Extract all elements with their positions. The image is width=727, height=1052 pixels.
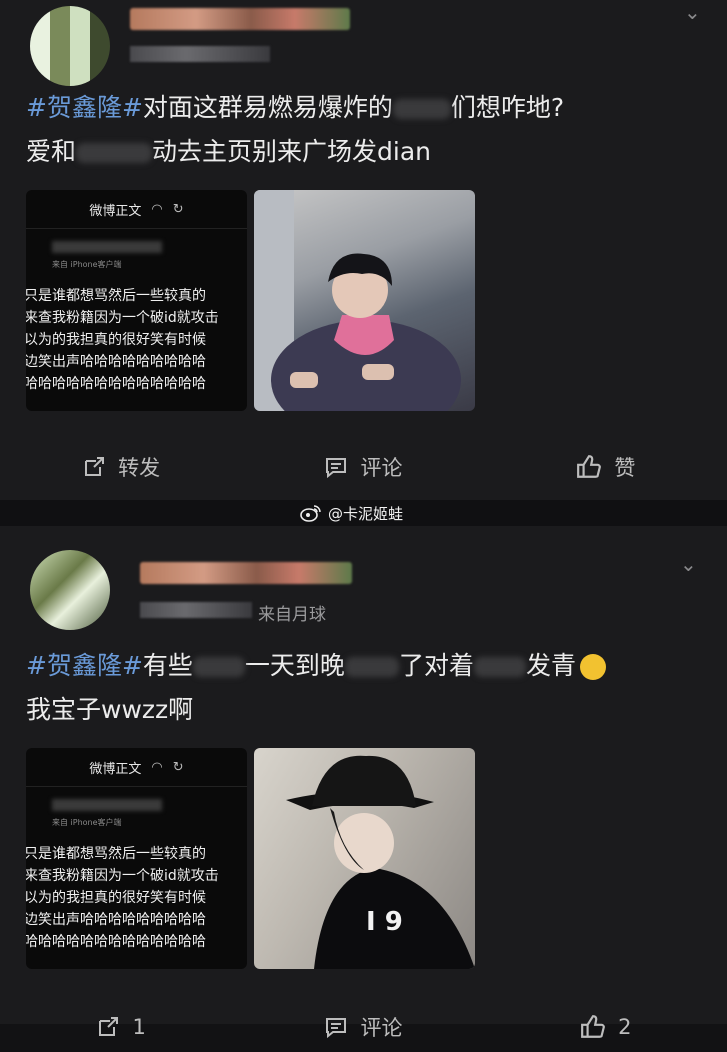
watermark: @卡泥姬蛙	[300, 500, 403, 526]
chevron-down-icon[interactable]: ⌄	[680, 552, 697, 576]
screenshot-source: 来自 iPhone客户端	[52, 260, 122, 269]
screenshot-line: 边笑出声哈哈哈哈哈哈哈哈哈	[26, 912, 206, 928]
screenshot-line: 以为的我担真的很好笑有时候	[26, 332, 206, 348]
action-bar: 转发 评论 赞	[0, 442, 727, 492]
post-text: #贺鑫隆#对面这群易燃易爆炸的 们想咋地? 爱和 动去主页别来广场发dian	[26, 86, 706, 174]
attached-photo[interactable]: I 9	[254, 748, 475, 969]
laugh-cry-emoji-icon	[579, 654, 606, 680]
screenshot-header: 微博正文 ◠ ↻	[26, 190, 247, 229]
screenshot-title: 微博正文	[89, 761, 142, 777]
photo-illustration: I 9	[286, 755, 475, 969]
comment-label: 评论	[360, 456, 403, 480]
screenshot-line: 只是谁都想骂然后一些较真的	[26, 288, 206, 304]
screenshot-line: 来查我粉籍因为一个破id就攻击	[26, 868, 219, 884]
repost-button[interactable]: 1	[0, 1002, 242, 1052]
text-segment: 爱和	[26, 137, 77, 166]
comment-button[interactable]: 评论	[242, 442, 484, 492]
comment-icon	[324, 1015, 348, 1039]
screenshot-line: 只是谁都想骂然后一些较真的	[26, 846, 206, 862]
headphone-icon: ◠	[151, 759, 163, 775]
screenshot-header: 微博正文 ◠ ↻	[26, 748, 247, 787]
text-segment: 动去主页别来广场发	[152, 137, 378, 166]
screenshot-lines: 只是谁都想骂然后一些较真的 来查我粉籍因为一个破id就攻击 以为的我担真的很好笑…	[26, 285, 247, 395]
refresh-icon: ↻	[172, 759, 184, 775]
headphone-icon: ◠	[151, 201, 163, 217]
screenshot-line: 哈哈哈哈哈哈哈哈哈哈哈哈哈	[26, 376, 206, 392]
censored-smudge	[473, 657, 526, 677]
like-button[interactable]: 2	[485, 1002, 727, 1052]
refresh-icon: ↻	[172, 201, 184, 217]
screenshot-author-row: 来自 iPhone客户端	[26, 229, 247, 285]
hashtag-link[interactable]: #贺鑫隆#	[26, 93, 143, 122]
attached-screenshot[interactable]: 微博正文 ◠ ↻ 来自 iPhone客户端 只是谁都想骂然后一些较真的 来查我粉籍因…	[26, 748, 247, 969]
screenshot-lines: 只是谁都想骂然后一些较真的 来查我粉籍因为一个破id就攻击 以为的我担真的很好笑…	[26, 843, 247, 953]
like-count: 2	[618, 1015, 632, 1039]
text-segment: 有些	[142, 651, 193, 680]
photo-illustration	[254, 190, 461, 411]
like-label: 赞	[614, 456, 636, 480]
repost-icon	[82, 455, 106, 479]
text-segment: 一天到晚	[244, 651, 345, 680]
username-blurred[interactable]	[130, 8, 350, 30]
post-card-1: ⌄ #贺鑫隆#对面这群易燃易爆炸的 们想咋地? 爱和 动去主页别来广场发dian 微…	[0, 0, 727, 500]
screenshot-title: 微博正文	[89, 203, 142, 219]
screenshot-line: 以为的我担真的很好笑有时候	[26, 890, 206, 906]
comment-button[interactable]: 评论	[242, 1002, 484, 1052]
post-card-2: 来自月球 ⌄ #贺鑫隆#有些 一天到晚 了对着 发青 我宝子wwzz啊 微博正文 ◠ ↻ …	[0, 526, 727, 1040]
censored-smudge	[76, 143, 153, 163]
screenshot-author-row: 来自 iPhone客户端	[26, 787, 247, 843]
text-segment: 发青	[525, 651, 576, 680]
attached-photo[interactable]	[254, 190, 475, 411]
censored-smudge	[344, 657, 399, 677]
like-button[interactable]: 赞	[485, 442, 727, 492]
screenshot-line: 来查我粉籍因为一个破id就攻击	[26, 310, 219, 326]
like-icon	[580, 1014, 606, 1040]
comment-label: 评论	[360, 1016, 403, 1040]
username-blurred[interactable]	[140, 562, 352, 584]
censored-smudge	[192, 657, 245, 677]
screenshot-line: 哈哈哈哈哈哈哈哈哈哈哈哈哈	[26, 934, 206, 950]
text-segment: 们想咋地?	[450, 93, 565, 122]
post-source: 来自月球	[258, 605, 326, 625]
repost-button[interactable]: 转发	[0, 442, 242, 492]
blurred-name	[52, 799, 162, 811]
repost-count: 1	[132, 1015, 146, 1039]
chevron-down-icon[interactable]: ⌄	[684, 0, 701, 24]
weibo-logo-icon	[300, 504, 322, 522]
repost-label: 转发	[118, 456, 161, 480]
avatar[interactable]	[30, 6, 110, 86]
watermark-text: @卡泥姬蛙	[328, 504, 404, 523]
attached-screenshot[interactable]: 微博正文 ◠ ↻ 来自 iPhone客户端 只是谁都想骂然后一些较真的 来查我粉籍因…	[26, 190, 247, 411]
screenshot-source: 来自 iPhone客户端	[52, 818, 122, 827]
action-bar: 1 评论 2	[0, 1002, 727, 1052]
avatar[interactable]	[30, 550, 110, 630]
comment-icon	[324, 455, 348, 479]
post-text: #贺鑫隆#有些 一天到晚 了对着 发青 我宝子wwzz啊	[26, 644, 706, 732]
svg-text:I 9: I 9	[366, 907, 403, 937]
hashtag-link[interactable]: #贺鑫隆#	[26, 651, 143, 680]
blurred-name	[52, 241, 162, 253]
text-segment: 了对着	[398, 651, 474, 680]
censored-smudge	[392, 99, 451, 119]
text-segment: dian	[377, 137, 432, 166]
repost-icon	[96, 1015, 120, 1039]
post-meta-blurred	[130, 46, 270, 62]
screenshot-line: 边笑出声哈哈哈哈哈哈哈哈哈	[26, 354, 206, 370]
like-icon	[576, 454, 602, 480]
post-meta-blurred	[140, 602, 252, 618]
text-segment: 对面这群易燃易爆炸的	[142, 93, 393, 122]
text-segment: 我宝子wwzz啊	[26, 695, 194, 724]
